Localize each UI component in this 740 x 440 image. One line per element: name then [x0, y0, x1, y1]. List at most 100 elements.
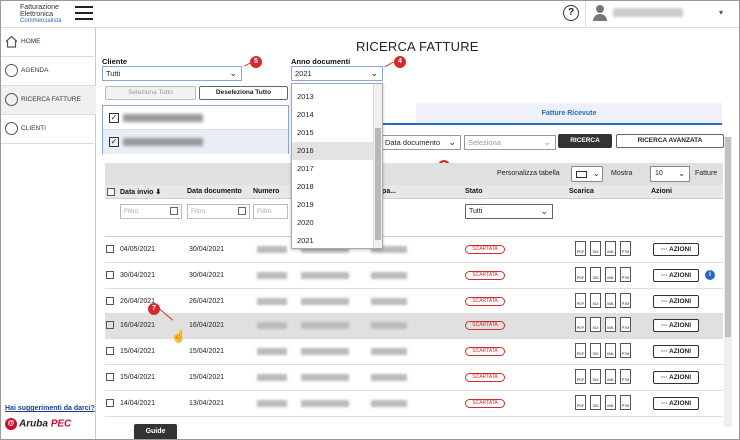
download-p7m-icon[interactable]: P7M [620, 369, 631, 384]
sidebar-item-clienti[interactable]: CLIENTI [1, 115, 96, 144]
download-p7m-icon[interactable]: P7M [620, 395, 631, 410]
header-date-sent[interactable]: Data invio ⬇ [120, 188, 161, 196]
header-date-doc[interactable]: Data documento [187, 188, 242, 195]
row-checkbox[interactable] [106, 271, 114, 279]
table-row[interactable]: 26/04/2021 26/04/2021 SCARTATA PDF SDI XML P7M… [105, 289, 723, 315]
year-option[interactable]: 2013 [292, 88, 374, 106]
download-pdf-icon[interactable]: PDF [575, 343, 586, 358]
row-checkbox[interactable] [106, 373, 114, 381]
anno-select[interactable]: 2021 ⌄ [291, 66, 383, 81]
actions-button[interactable]: ··· AZIONI [653, 295, 699, 308]
year-option[interactable]: 2020 [292, 214, 374, 232]
client-row[interactable]: ✓ [103, 130, 288, 154]
actions-button[interactable]: ··· AZIONI [653, 397, 699, 410]
row-checkbox[interactable] [106, 321, 114, 329]
download-p7m-icon[interactable]: P7M [620, 343, 631, 358]
header-status[interactable]: Stato [465, 188, 483, 195]
download-xml-icon[interactable]: XML [605, 395, 616, 410]
actions-button[interactable]: ··· AZIONI [653, 243, 699, 256]
client-row[interactable]: ✓ [103, 106, 288, 130]
download-xml-icon[interactable]: XML [605, 241, 616, 256]
page-size-select[interactable]: 10 ⌄ [650, 166, 690, 182]
scrollbar-thumb[interactable] [725, 137, 731, 337]
row-checkbox[interactable] [106, 347, 114, 355]
calendar-icon[interactable] [170, 207, 178, 215]
table-row[interactable]: 15/04/2021 15/04/2021 SCARTATA PDF SDI XML P7M… [105, 339, 723, 365]
search-button[interactable]: RICERCA [558, 134, 612, 148]
download-pdf-icon[interactable]: PDF [575, 267, 586, 282]
table-row[interactable]: 16/04/2021 16/04/2021 SCARTATA PDF SDI XML P7M… [105, 313, 723, 339]
sidebar-item-home[interactable]: HOME [1, 28, 96, 57]
year-option[interactable]: 2018 [292, 178, 374, 196]
download-xml-icon[interactable]: XML [605, 369, 616, 384]
logo-line-3: Commercialista [20, 18, 62, 24]
download-pdf-icon[interactable]: PDF [575, 395, 586, 410]
checkbox-checked-icon[interactable]: ✓ [109, 137, 119, 147]
period-select[interactable]: Seleziona ⌄ [464, 135, 556, 150]
download-pdf-icon[interactable]: PDF [575, 293, 586, 308]
filter-date-sent[interactable]: Filtro [120, 204, 182, 219]
table-row[interactable]: 15/04/2021 15/04/2021 SCARTATA PDF SDI XML P7M… [105, 365, 723, 391]
actions-button[interactable]: ··· AZIONI [653, 269, 699, 282]
download-p7m-icon[interactable]: P7M [620, 267, 631, 282]
filter-date-doc[interactable]: Filtro [187, 204, 250, 219]
download-xml-icon[interactable]: XML [605, 293, 616, 308]
download-pdf-icon[interactable]: PDF [575, 317, 586, 332]
year-option[interactable]: 2014 [292, 106, 374, 124]
download-sdi-icon[interactable]: SDI [590, 317, 601, 332]
actions-button[interactable]: ··· AZIONI [653, 371, 699, 384]
row-checkbox[interactable] [106, 399, 114, 407]
table-scrollbar[interactable] [724, 137, 732, 427]
user-menu[interactable]: ▾ [591, 4, 736, 22]
download-sdi-icon[interactable]: SDI [590, 395, 601, 410]
year-option[interactable]: 2019 [292, 196, 374, 214]
table-row[interactable]: 04/05/2021 30/04/2021 SCARTATA PDF SDI XML P7M… [105, 237, 723, 263]
tab-fatture-ricevute[interactable]: Fatture Ricevute [416, 103, 722, 125]
checkbox-checked-icon[interactable]: ✓ [109, 113, 119, 123]
year-option[interactable]: 2021 [292, 232, 374, 250]
scrollbar-thumb[interactable] [375, 128, 381, 240]
row-checkbox[interactable] [106, 297, 114, 305]
actions-button[interactable]: ··· AZIONI [653, 319, 699, 332]
row-checkbox[interactable] [106, 245, 114, 253]
status-filter-select[interactable]: Tutti ⌄ [465, 204, 553, 219]
deselect-all-button[interactable]: Deseleziona Tutto [199, 86, 288, 100]
download-sdi-icon[interactable]: SDI [590, 241, 601, 256]
app-logo[interactable]: Fatturazione Elettronica Commercialista [20, 4, 61, 25]
download-xml-icon[interactable]: XML [605, 343, 616, 358]
download-pdf-icon[interactable]: PDF [575, 369, 586, 384]
dropdown-scrollbar[interactable] [373, 84, 382, 248]
menu-icon[interactable] [75, 6, 93, 20]
guide-button[interactable]: Guide [134, 424, 177, 439]
table-row[interactable]: 14/04/2021 13/04/2021 SCARTATA PDF SDI XML P7M… [105, 391, 723, 417]
download-sdi-icon[interactable]: SDI [590, 343, 601, 358]
advanced-search-button[interactable]: RICERCA AVANZATA [616, 134, 724, 148]
date-type-select[interactable]: Data documento ⌄ [381, 135, 461, 150]
table-row[interactable]: 30/04/2021 30/04/2021 SCARTATA PDF SDI XML P7M… [105, 263, 723, 289]
download-sdi-icon[interactable]: SDI [590, 267, 601, 282]
actions-button[interactable]: ··· AZIONI [653, 345, 699, 358]
suggestions-link[interactable]: Hai suggerimenti da darci? [5, 405, 95, 412]
download-p7m-icon[interactable]: P7M [620, 241, 631, 256]
help-icon[interactable]: ? [563, 5, 579, 21]
download-sdi-icon[interactable]: SDI [590, 369, 601, 384]
filter-number[interactable]: Filtro [253, 204, 288, 219]
year-option[interactable]: 2015 [292, 124, 374, 142]
download-xml-icon[interactable]: XML [605, 317, 616, 332]
sidebar-item-ricerca-fatture[interactable]: RICERCA FATTURE [1, 86, 96, 115]
sidebar-item-agenda[interactable]: AGENDA [1, 57, 96, 86]
header-number[interactable]: Numero [253, 188, 279, 195]
cliente-select[interactable]: Tutti ⌄ [102, 66, 242, 81]
download-p7m-icon[interactable]: P7M [620, 293, 631, 308]
download-pdf-icon[interactable]: PDF [575, 241, 586, 256]
download-p7m-icon[interactable]: P7M [620, 317, 631, 332]
select-all-checkbox[interactable] [107, 188, 115, 196]
select-all-button[interactable]: Seleziona Tutto [105, 86, 196, 100]
download-sdi-icon[interactable]: SDI [590, 293, 601, 308]
columns-toggle[interactable]: ⌄ [571, 166, 603, 182]
download-xml-icon[interactable]: XML [605, 267, 616, 282]
calendar-icon[interactable] [238, 207, 246, 215]
year-option[interactable]: 2016 [292, 142, 374, 160]
info-icon[interactable]: i [705, 270, 715, 280]
year-option[interactable]: 2017 [292, 160, 374, 178]
